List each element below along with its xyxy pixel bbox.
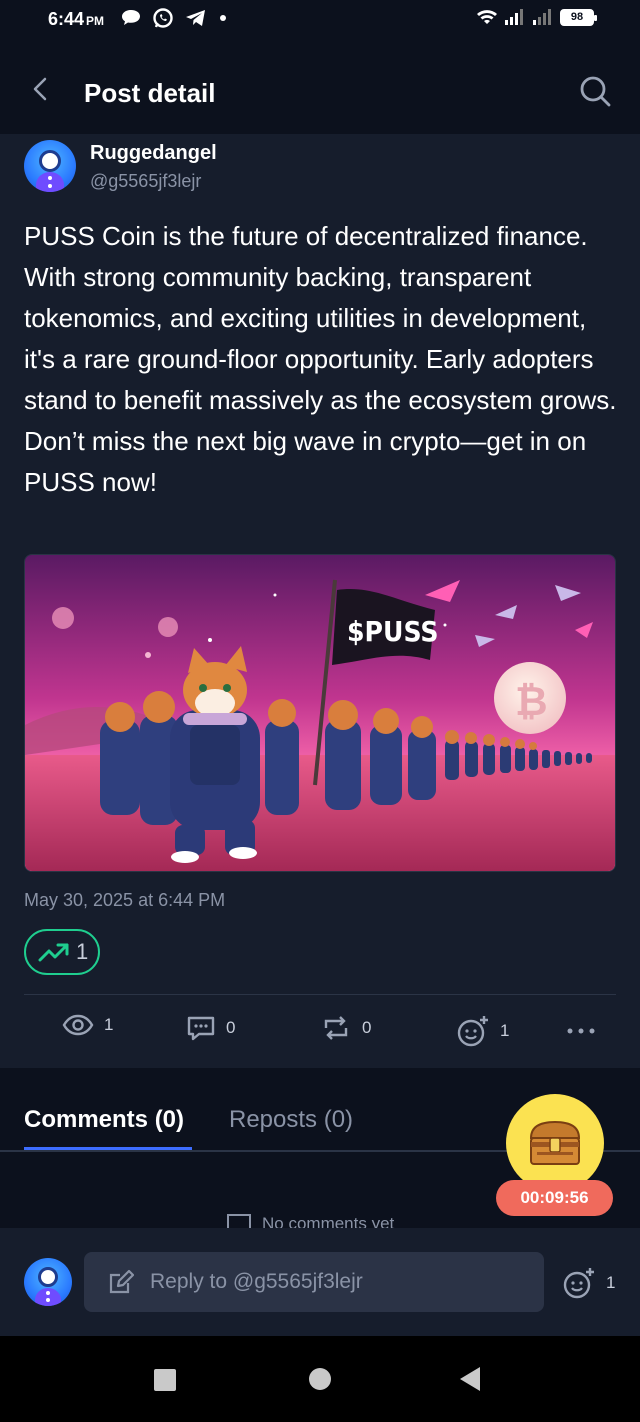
- svg-text:₿: ₿: [515, 679, 548, 725]
- post-image[interactable]: ₿ $PUSS: [24, 554, 616, 872]
- empty-message: No comments yet: [226, 1212, 394, 1228]
- avatar-dot-1: [46, 1291, 50, 1295]
- trend-button[interactable]: 1: [24, 929, 100, 975]
- eye-icon: [62, 1014, 94, 1036]
- author-name[interactable]: Ruggedangel: [90, 142, 217, 165]
- comment-icon: [187, 1016, 215, 1041]
- avatar-dot-2: [48, 184, 52, 188]
- avatar-body: [36, 172, 64, 192]
- status-bar: 6:44 PM 98: [0, 0, 640, 40]
- signal-2-icon: [533, 9, 551, 25]
- reply-bar: Reply to @g5565jf3lejr 1: [0, 1228, 640, 1336]
- avatar-dot-2: [46, 1298, 50, 1302]
- system-icons: 98: [476, 8, 597, 26]
- comments-count: 0: [226, 1018, 236, 1037]
- tab-reposts[interactable]: Reposts (0): [229, 1106, 353, 1134]
- author-avatar[interactable]: [24, 140, 76, 192]
- reward-chest-button[interactable]: [506, 1094, 604, 1192]
- views-stat[interactable]: 1: [62, 1014, 113, 1036]
- edit-icon: [109, 1269, 134, 1294]
- post-text: PUSS Coin is the future of decentralized…: [24, 221, 617, 497]
- chat-bubble-icon: [122, 10, 140, 25]
- repost-icon: [324, 1016, 348, 1040]
- add-reaction-icon: [457, 1016, 488, 1047]
- telegram-icon: [186, 10, 205, 26]
- post-date: May 30, 2025 at 6:44 PM: [24, 890, 226, 910]
- add-reaction-icon: [563, 1268, 594, 1299]
- post-card: Ruggedangel @g5565jf3lejr PUSS Coin is t…: [0, 134, 640, 1068]
- app-header: Post detail: [0, 40, 640, 134]
- status-ampm: PM: [86, 14, 105, 28]
- system-back-button[interactable]: [460, 1367, 480, 1391]
- page-title: Post detail: [84, 78, 216, 108]
- back-arrow-icon[interactable]: [26, 74, 56, 104]
- system-nav-bar: [0, 1336, 640, 1422]
- home-button[interactable]: [309, 1368, 331, 1390]
- reaction-button[interactable]: 1: [456, 1014, 509, 1048]
- empty-message-text: No comments yet: [262, 1214, 395, 1228]
- repost-button[interactable]: 0: [320, 1014, 371, 1042]
- reply-placeholder: Reply to @g5565jf3lejr: [150, 1270, 363, 1293]
- tab-comments[interactable]: Comments (0): [24, 1106, 184, 1134]
- status-time-value: 6:44: [48, 9, 85, 29]
- views-count: 1: [104, 1015, 114, 1034]
- avatar-face: [38, 1267, 58, 1287]
- reactions-count: 1: [500, 1021, 510, 1040]
- wifi-icon: [477, 10, 497, 24]
- trend-count: 1: [76, 939, 89, 964]
- avatar-face: [39, 150, 61, 172]
- recents-button[interactable]: [154, 1369, 176, 1391]
- whatsapp-icon: [153, 8, 173, 28]
- divider: [24, 994, 616, 995]
- signal-icon: [505, 9, 523, 25]
- search-icon[interactable]: [578, 74, 612, 108]
- reply-reaction-button[interactable]: 1: [562, 1266, 615, 1300]
- reply-input[interactable]: Reply to @g5565jf3lejr: [84, 1252, 544, 1312]
- treasure-chest-icon: [529, 1120, 581, 1165]
- status-time: 6:44 PM: [48, 9, 104, 30]
- reward-timer: 00:09:56: [496, 1180, 613, 1216]
- trending-up-icon: [38, 943, 69, 962]
- flag-text: $PUSS: [347, 615, 438, 648]
- empty-comment-icon: [227, 1214, 251, 1228]
- post-image-illustration: ₿ $PUSS: [25, 555, 615, 871]
- more-options-icon[interactable]: [566, 1026, 596, 1036]
- current-user-avatar[interactable]: [24, 1258, 72, 1306]
- notification-icons: [120, 7, 228, 29]
- post-actions: 1 0 0 1: [0, 1014, 640, 1054]
- reply-reaction-count: 1: [606, 1273, 616, 1292]
- reposts-count: 0: [362, 1018, 372, 1037]
- avatar-dot-1: [48, 176, 52, 180]
- author-handle[interactable]: @g5565jf3lejr: [90, 171, 201, 192]
- battery-level: 98: [570, 11, 584, 23]
- battery-icon: 98: [560, 8, 597, 26]
- comment-button[interactable]: 0: [186, 1014, 235, 1042]
- dot-icon: [220, 15, 226, 21]
